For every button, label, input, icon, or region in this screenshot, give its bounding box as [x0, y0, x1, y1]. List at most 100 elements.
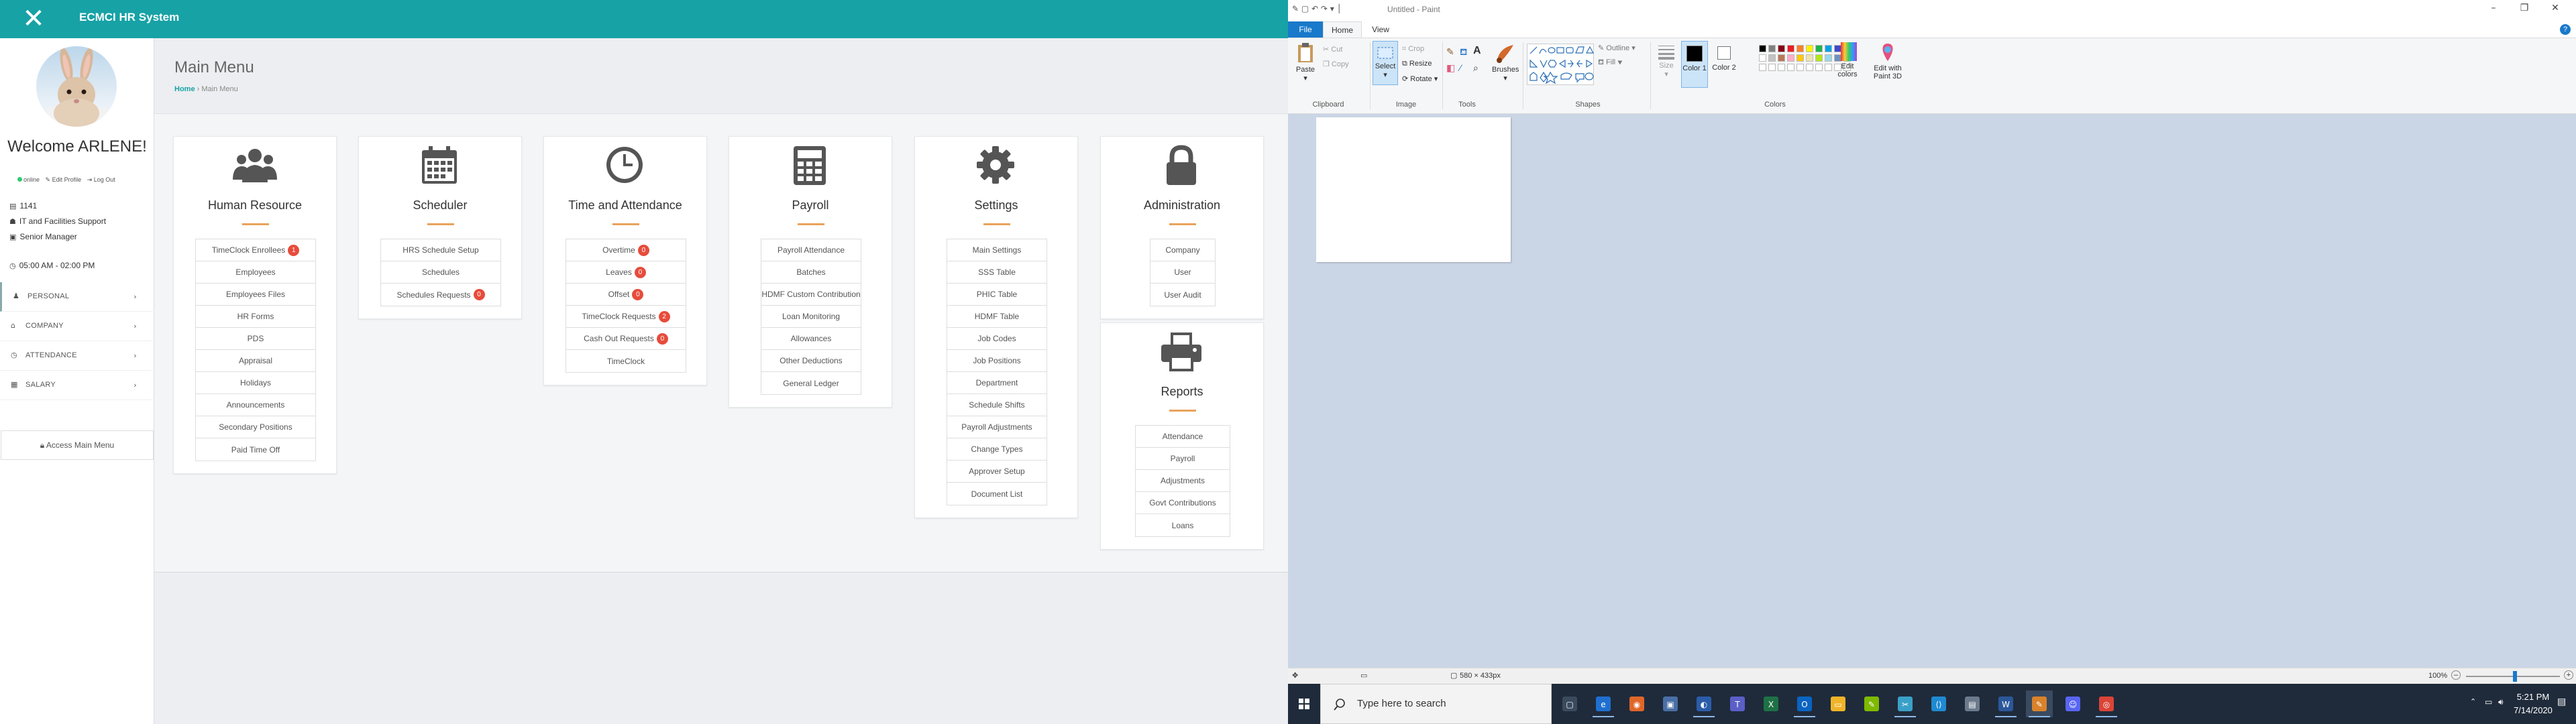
custom-color-slot[interactable] [1796, 64, 1804, 71]
maximize-button[interactable]: ❐ [2509, 3, 2540, 17]
palette-swatch[interactable] [1796, 54, 1804, 62]
tab-file[interactable]: File [1288, 21, 1323, 38]
palette-swatch[interactable] [1815, 45, 1823, 52]
menu-link-employees[interactable]: Employees [196, 261, 315, 284]
menu-link-job-codes[interactable]: Job Codes [947, 328, 1046, 350]
drawing-canvas[interactable] [1316, 117, 1511, 262]
menu-link-pds[interactable]: PDS [196, 328, 315, 350]
color-picker-icon[interactable]: ⁄ [1460, 62, 1461, 73]
menu-link-hr-forms[interactable]: HR Forms [196, 306, 315, 328]
custom-color-slot[interactable] [1815, 64, 1823, 71]
menu-link-holidays[interactable]: Holidays [196, 372, 315, 394]
menu-link-company[interactable]: Company [1150, 239, 1215, 261]
brushes-button[interactable]: Brushes ▾ [1492, 42, 1519, 82]
custom-color-slot[interactable] [1787, 64, 1794, 71]
menu-link-govt-contributions[interactable]: Govt Contributions [1136, 492, 1230, 514]
menu-link-adjustments[interactable]: Adjustments [1136, 470, 1230, 492]
palette-swatch[interactable] [1759, 45, 1766, 52]
select-button[interactable]: Select ▾ [1373, 41, 1398, 85]
color2-button[interactable]: Color 2 [1711, 41, 1737, 72]
menu-link-hdmf-custom-contribution[interactable]: HDMF Custom Contribution [761, 284, 861, 306]
palette-swatch[interactable] [1778, 45, 1785, 52]
close-button[interactable]: ✕ [2540, 3, 2571, 17]
menu-link-schedule-shifts[interactable]: Schedule Shifts [947, 394, 1046, 416]
palette-swatch[interactable] [1778, 54, 1785, 62]
menu-link-payroll-adjustments[interactable]: Payroll Adjustments [947, 416, 1046, 438]
menu-link-user[interactable]: User [1150, 261, 1215, 284]
menu-link-sss-table[interactable]: SSS Table [947, 261, 1046, 284]
copy-button[interactable]: ❐ Copy [1323, 60, 1349, 68]
menu-link-employees-files[interactable]: Employees Files [196, 284, 315, 306]
crop-button[interactable]: ⌗ Crop [1402, 45, 1424, 54]
access-main-menu-button[interactable]: 🔒︎ Access Main Menu [1, 430, 154, 460]
palette-swatch[interactable] [1796, 45, 1804, 52]
menu-link-attendance[interactable]: Attendance [1136, 426, 1230, 448]
outlook-icon[interactable]: O [1791, 690, 1818, 717]
palette-swatch[interactable] [1787, 45, 1794, 52]
task-view-icon[interactable]: ▢ [1556, 690, 1583, 717]
menu-link-leaves[interactable]: Leaves 0 [566, 261, 686, 284]
custom-color-slot[interactable] [1778, 64, 1785, 71]
palette-swatch[interactable] [1815, 54, 1823, 62]
pencil-icon[interactable]: ✎ [1446, 46, 1454, 58]
size-button[interactable]: Size ▾ [1654, 44, 1678, 78]
firefox-icon[interactable]: ◉ [1623, 690, 1650, 717]
menu-link-overtime[interactable]: Overtime 0 [566, 239, 686, 261]
minimize-button[interactable]: – [2478, 3, 2509, 17]
custom-color-slot[interactable] [1768, 64, 1776, 71]
palette-swatch[interactable] [1806, 54, 1813, 62]
menu-link-user-audit[interactable]: User Audit [1150, 284, 1215, 306]
notepad-icon[interactable]: ✎ [1858, 690, 1885, 717]
menu-link-timeclock[interactable]: TimeClock [566, 350, 686, 372]
photo-viewer-icon[interactable]: ▤ [1959, 690, 1986, 717]
palette-swatch[interactable] [1768, 45, 1776, 52]
magnifier-icon[interactable]: ⌕ [1473, 62, 1479, 74]
menu-link-document-list[interactable]: Document List [947, 483, 1046, 505]
menu-link-paid-time-off[interactable]: Paid Time Off [196, 438, 315, 461]
onedrive-app-icon[interactable]: ◐ [1690, 690, 1717, 717]
nav-personal[interactable]: ♟ PERSONAL › [0, 282, 154, 312]
fill-button[interactable]: ⛾ Fill ▾ [1598, 58, 1623, 68]
breadcrumb-home-link[interactable]: Home [174, 85, 195, 93]
text-tool-icon[interactable]: A [1473, 45, 1481, 57]
taskbar-search-box[interactable]: Type here to search [1320, 684, 1552, 724]
menu-link-hdmf-table[interactable]: HDMF Table [947, 306, 1046, 328]
teams-icon[interactable]: T [1724, 690, 1751, 717]
custom-color-slot[interactable] [1759, 64, 1766, 71]
close-menu-icon[interactable]: ✕ [20, 5, 47, 32]
custom-color-slot[interactable] [1806, 64, 1813, 71]
edit-profile-link[interactable]: ✎ Edit Profile [46, 176, 82, 183]
paint-icon[interactable]: ✎ [2026, 690, 2053, 717]
fill-bucket-icon[interactable]: ⛾ [1460, 46, 1467, 59]
nav-company[interactable]: ⌂ COMPANY › [0, 312, 154, 341]
palette-swatch[interactable] [1825, 45, 1832, 52]
custom-color-slot[interactable] [1825, 64, 1832, 71]
menu-link-payroll[interactable]: Payroll [1136, 448, 1230, 470]
edit-colors-button[interactable]: Edit colors [1834, 42, 1864, 78]
tray-chevron-icon[interactable]: ⌃ [2470, 697, 2479, 724]
tray-network-icon[interactable]: ▭ [2485, 697, 2492, 724]
menu-link-department[interactable]: Department [947, 372, 1046, 394]
edit-with-paint3d-button[interactable]: Edit with Paint 3D [1869, 42, 1907, 80]
chrome-icon[interactable]: ◎ [2093, 690, 2120, 717]
menu-link-job-positions[interactable]: Job Positions [947, 350, 1046, 372]
tab-home[interactable]: Home [1323, 21, 1362, 38]
vscode-icon[interactable]: ⟨⟩ [1925, 690, 1952, 717]
quick-access-toolbar[interactable]: ✎ ▢ ↶ ↷ ▾ │ [1292, 4, 1342, 13]
notification-center-icon[interactable]: ▤ [2557, 696, 2566, 724]
excel-icon[interactable]: X [1758, 690, 1784, 717]
file-explorer-icon[interactable]: ▭ [1825, 690, 1851, 717]
menu-link-timeclock-enrollees[interactable]: TimeClock Enrollees 1 [196, 239, 315, 261]
menu-link-schedules-requests[interactable]: Schedules Requests 0 [381, 284, 500, 306]
color1-button[interactable]: Color 1 [1681, 41, 1708, 88]
menu-link-payroll-attendance[interactable]: Payroll Attendance [761, 239, 861, 261]
menu-link-hrs-schedule-setup[interactable]: HRS Schedule Setup [381, 239, 500, 261]
discord-icon[interactable]: ☺ [2059, 690, 2086, 717]
nav-salary[interactable]: ▦ SALARY › [0, 371, 154, 400]
tray-volume-icon[interactable]: 🔊︎ [2498, 697, 2504, 724]
menu-link-allowances[interactable]: Allowances [761, 328, 861, 350]
palette-swatch[interactable] [1759, 54, 1766, 62]
word-icon[interactable]: W [1992, 690, 2019, 717]
eraser-icon[interactable]: ◧ [1446, 62, 1455, 74]
rotate-button[interactable]: ⟳ Rotate ▾ [1402, 74, 1438, 83]
